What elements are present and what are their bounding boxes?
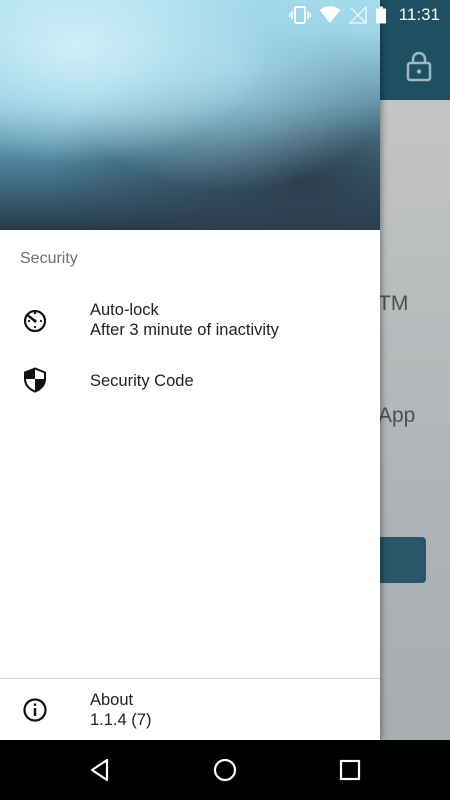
status-bar: 11:31 <box>0 0 450 30</box>
drawer-header-image <box>0 0 380 230</box>
menu-item-about[interactable]: About 1.1.4 (7) <box>0 682 380 740</box>
menu-item-auto-lock[interactable]: Auto-lock After 3 minute of inactivity <box>0 290 380 352</box>
navigation-drawer: Security Auto-lock After 3 minute of ina… <box>0 0 380 740</box>
lock-icon[interactable] <box>404 50 434 82</box>
divider <box>0 678 380 679</box>
no-signal-icon <box>348 6 367 24</box>
menu-item-security-code[interactable]: Security Code <box>0 358 380 404</box>
about-title: About <box>90 691 134 709</box>
timer-icon <box>23 309 47 333</box>
info-icon <box>23 698 47 722</box>
navigation-bar <box>0 740 450 800</box>
battery-icon <box>375 6 386 24</box>
security-code-title: Security Code <box>90 372 194 390</box>
back-icon[interactable] <box>87 757 113 783</box>
auto-lock-title: Auto-lock <box>90 301 159 319</box>
vibrate-icon <box>288 6 311 24</box>
auto-lock-subtitle: After 3 minute of inactivity <box>90 321 279 339</box>
about-version: 1.1.4 (7) <box>90 711 152 729</box>
shield-icon <box>24 367 46 393</box>
home-icon[interactable] <box>212 757 238 783</box>
background-text-tm: TM <box>378 292 409 315</box>
section-title-security: Security <box>20 250 78 267</box>
background-text-app: App <box>378 404 416 427</box>
background-button[interactable] <box>372 537 426 583</box>
status-time: 11:31 <box>398 5 440 24</box>
recents-icon[interactable] <box>337 757 363 783</box>
wifi-icon <box>319 6 341 23</box>
